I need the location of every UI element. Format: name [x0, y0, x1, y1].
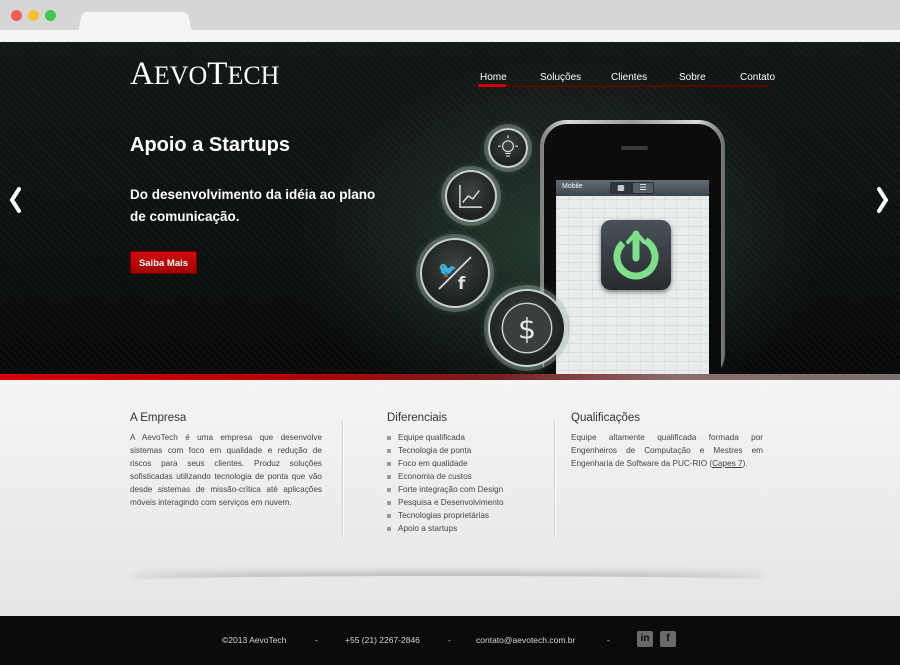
twitter-facebook-icon-shape: 🐦f: [438, 256, 472, 294]
list-icon: ☰: [632, 182, 654, 194]
chevron-left-icon-shape: [9, 187, 21, 213]
chart-icon: [445, 170, 497, 222]
list-item: Foco em qualidade: [387, 457, 504, 470]
footer-phone: +55 (21) 2267-2846: [345, 635, 420, 645]
nav-item-solucoes[interactable]: Soluções: [540, 72, 581, 83]
logo-part: EVO: [153, 61, 208, 90]
footer-separator: -: [607, 635, 610, 645]
list-item: Equipe qualificada: [387, 431, 504, 444]
nav-active-indicator: [478, 84, 506, 87]
logo-part: T: [207, 56, 228, 92]
svg-text:$: $: [518, 312, 536, 345]
footer: ©2013 AevoTech - +55 (21) 2267-2846 - co…: [0, 616, 900, 665]
qualificacoes-text: Equipe altamente qualificada formada por…: [571, 431, 763, 470]
nav-item-sobre[interactable]: Sobre: [679, 72, 706, 83]
list-item: Forte integração com Design: [387, 483, 504, 496]
phone-illustration: Mobile ▦ ☰: [540, 120, 725, 376]
list-item: Economia de custos: [387, 470, 504, 483]
phone-screen-label: Mobile: [562, 183, 583, 190]
hero-title: Apoio a Startups: [130, 134, 291, 156]
logo-part: A: [130, 56, 154, 92]
capes-link[interactable]: Capes 7: [712, 459, 743, 468]
empresa-title: A Empresa: [130, 412, 187, 424]
chevron-right-icon[interactable]: [876, 186, 890, 220]
chevron-left-icon[interactable]: [8, 186, 22, 220]
minimize-window-button[interactable]: [28, 10, 39, 21]
qualificacoes-text-end: ).: [742, 459, 748, 468]
power-icon: [613, 229, 659, 280]
lightbulb-icon: [488, 128, 528, 168]
list-item: Tecnologia de ponta: [387, 444, 504, 457]
chevron-right-icon-shape: [877, 187, 889, 213]
column-divider: [554, 420, 555, 538]
browser-tab[interactable]: [76, 11, 194, 42]
phone-body: Mobile ▦ ☰: [544, 124, 721, 376]
logo[interactable]: AEVOTECH: [130, 56, 279, 93]
info-section: A Empresa A AevoTech é uma empresa que d…: [0, 380, 900, 616]
chart-icon-shape: [459, 184, 483, 208]
svg-text:🐦: 🐦: [438, 261, 457, 279]
saiba-mais-button[interactable]: Saiba Mais: [130, 251, 197, 274]
list-item: Pesquisa e Desenvolvimento: [387, 496, 504, 509]
logo-part: ECH: [227, 61, 280, 90]
phone-speaker: [621, 146, 648, 150]
phone-screen-toolbar: Mobile ▦ ☰: [556, 180, 709, 196]
diferenciais-title: Diferenciais: [387, 412, 448, 424]
section-shadow: [130, 576, 770, 586]
twitter-facebook-icon: 🐦 f: [420, 238, 490, 308]
svg-text:f: f: [458, 274, 466, 294]
list-item: Tecnologias proprietárias: [387, 509, 504, 522]
list-item: Apoio a startups: [387, 522, 504, 535]
close-window-button[interactable]: [11, 10, 22, 21]
qualificacoes-title: Qualificações: [571, 412, 641, 424]
dollar-icon-shape: $: [501, 302, 553, 354]
nav-item-contato[interactable]: Contato: [740, 72, 775, 83]
browser-chrome: [0, 0, 900, 42]
lightbulb-icon-shape: [498, 135, 518, 157]
nav-item-home[interactable]: Home: [480, 72, 507, 83]
phone-screen: Mobile ▦ ☰: [556, 180, 709, 376]
hero-slider: AEVOTECH Home Soluções Clientes Sobre Co…: [0, 42, 900, 376]
diferenciais-list: Equipe qualificada Tecnologia de ponta F…: [387, 431, 504, 535]
maximize-window-button[interactable]: [45, 10, 56, 21]
hero-subtitle: Do desenvolvimento da idéia ao plano de …: [130, 187, 376, 224]
nav-underline: [478, 85, 770, 87]
footer-copyright: ©2013 AevoTech: [222, 635, 287, 645]
footer-separator: -: [448, 635, 451, 645]
grid-icon: ▦: [610, 182, 632, 194]
linkedin-icon[interactable]: in: [637, 631, 653, 647]
dollar-icon: $: [488, 289, 566, 367]
nav-item-clientes[interactable]: Clientes: [611, 72, 647, 83]
empresa-text: A AevoTech é uma empresa que desenvolve …: [130, 433, 322, 507]
facebook-icon[interactable]: f: [660, 631, 676, 647]
column-divider: [342, 420, 343, 538]
footer-email[interactable]: contato@aevotech.com.br: [476, 635, 575, 645]
footer-separator: -: [315, 635, 318, 645]
power-app-icon: [601, 220, 671, 290]
